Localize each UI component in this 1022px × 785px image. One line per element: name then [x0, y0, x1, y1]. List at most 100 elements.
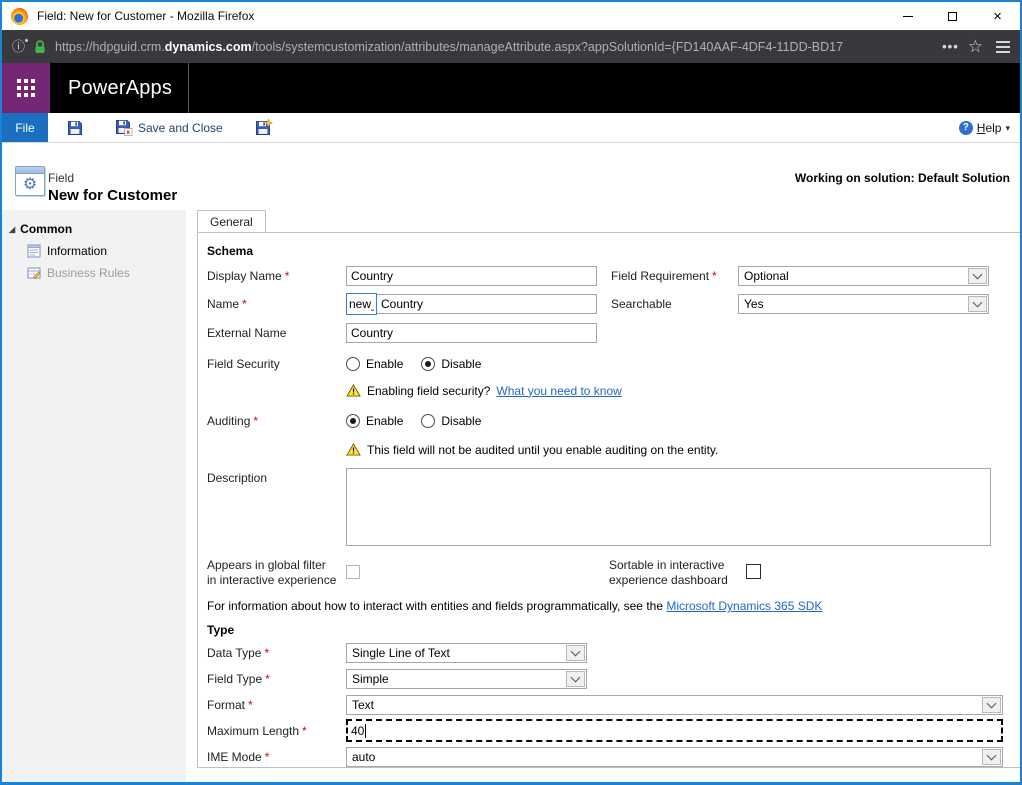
working-on-solution: Working on solution: Default Solution: [795, 171, 1010, 185]
page-actions-icon[interactable]: •••: [942, 39, 959, 54]
display-name-label: Display Name*: [207, 269, 346, 283]
url-domain: dynamics.com: [165, 40, 252, 54]
browser-window: Field: New for Customer - Mozilla Firefo…: [0, 0, 1022, 785]
window-controls: ×: [885, 2, 1020, 30]
format-label: Format*: [207, 698, 346, 712]
ime-mode-select[interactable]: auto: [346, 747, 1003, 767]
warning-icon: !: [346, 443, 361, 456]
searchable-select[interactable]: Yes: [738, 294, 989, 314]
external-name-input[interactable]: [346, 323, 597, 343]
dropdown-button[interactable]: [968, 296, 987, 312]
url-path: /tools/systemcustomization/attributes/ma…: [252, 40, 843, 54]
chevron-down-icon: [987, 750, 997, 760]
data-type-select[interactable]: Single Line of Text: [346, 643, 587, 663]
dropdown-button[interactable]: [566, 645, 585, 661]
maximize-icon: [948, 12, 957, 21]
maximum-length-label: Maximum Length*: [207, 724, 346, 738]
site-info-icon[interactable]: ⓘ: [12, 40, 25, 53]
warning-icon: !: [346, 384, 361, 397]
field-security-radio-group: Enable Disable: [346, 357, 989, 371]
display-name-input[interactable]: [346, 266, 597, 286]
description-textarea[interactable]: [346, 468, 991, 546]
body: ◢ Common Information: [2, 210, 1020, 782]
dropdown-button[interactable]: [982, 749, 1001, 765]
sidebar-group-common[interactable]: ◢ Common: [2, 222, 186, 236]
auditing-warning-text: This field will not be audited until you…: [367, 443, 718, 457]
sdk-link[interactable]: Microsoft Dynamics 365 SDK: [666, 599, 822, 613]
radio-icon: [346, 357, 360, 371]
dropdown-button[interactable]: [968, 268, 987, 284]
field-requirement-label: Field Requirement*: [611, 269, 738, 283]
radio-selected-icon: [346, 414, 360, 428]
field-security-warning-link[interactable]: What you need to know: [496, 384, 621, 398]
save-button[interactable]: [63, 118, 87, 138]
sortable-label: Sortable in interactive experience dashb…: [609, 558, 746, 588]
bookmark-star-icon[interactable]: ☆: [968, 38, 983, 55]
sidebar-item-information[interactable]: Information: [2, 244, 186, 258]
maximize-button[interactable]: [930, 2, 975, 30]
tab-general[interactable]: General: [197, 210, 266, 232]
name-label: Name*: [207, 297, 346, 311]
close-button[interactable]: ×: [975, 2, 1020, 30]
help-button[interactable]: ? Help ▾: [959, 121, 1020, 135]
dropdown-button[interactable]: [982, 697, 1001, 713]
interactive-experience-row: Appears in global filter in interactive …: [207, 558, 1003, 588]
help-icon: ?: [959, 121, 973, 135]
schema-heading: Schema: [207, 244, 1003, 258]
minimize-button[interactable]: [885, 2, 930, 30]
name-prefix-input[interactable]: [346, 293, 377, 315]
auditing-radio-group: Enable Disable: [346, 414, 989, 428]
data-type-label: Data Type*: [207, 646, 346, 660]
ribbon: File x Save a: [2, 113, 1020, 143]
menu-icon[interactable]: [996, 41, 1010, 53]
maximum-length-input[interactable]: 40: [346, 719, 1003, 742]
svg-text:x: x: [126, 129, 130, 136]
url-scheme-host: https://hdpguid.crm.: [55, 40, 165, 54]
text-cursor: [365, 724, 366, 738]
description-label: Description: [207, 468, 346, 485]
sortable-checkbox[interactable]: [746, 564, 761, 579]
name-input[interactable]: [376, 294, 597, 314]
ime-mode-label: IME Mode*: [207, 750, 346, 764]
save-and-new-button[interactable]: [251, 117, 277, 138]
field-security-enable-radio[interactable]: Enable: [346, 357, 403, 371]
firefox-icon: [11, 8, 28, 25]
sidebar-item-business-rules[interactable]: Business Rules: [2, 266, 186, 280]
field-type-select[interactable]: Simple: [346, 669, 587, 689]
app-launcher-button[interactable]: [2, 63, 50, 113]
save-and-new-icon: [255, 119, 273, 136]
chevron-down-icon: [987, 698, 997, 708]
field-security-label: Field Security: [207, 357, 346, 371]
chevron-down-icon: [973, 298, 983, 308]
business-rules-icon: [27, 266, 41, 280]
field-type-label: Field Type*: [207, 672, 346, 686]
appbar-divider: [188, 63, 189, 113]
global-filter-checkbox[interactable]: [346, 565, 360, 579]
sidebar: ◢ Common Information: [2, 210, 186, 782]
sdk-note: For information about how to interact wi…: [207, 599, 1003, 613]
auditing-label: Auditing*: [207, 414, 346, 428]
file-tab[interactable]: File: [2, 113, 48, 142]
field-security-disable-radio[interactable]: Disable: [421, 357, 481, 371]
save-and-close-icon: x: [115, 119, 133, 136]
radio-selected-icon: [421, 357, 435, 371]
sidebar-item-label: Business Rules: [47, 266, 130, 280]
titlebar: Field: New for Customer - Mozilla Firefo…: [2, 2, 1020, 30]
auditing-disable-radio[interactable]: Disable: [421, 414, 481, 428]
sidebar-item-label: Information: [47, 244, 107, 258]
field-security-warning: ! Enabling field security? What you need…: [346, 384, 989, 398]
address-bar: ⓘ https://hdpguid.crm.dynamics.com/tools…: [2, 30, 1020, 63]
field-requirement-select[interactable]: Optional: [738, 266, 989, 286]
name-field: [346, 293, 597, 315]
format-select[interactable]: Text: [346, 695, 1003, 715]
tree-expander-icon[interactable]: ◢: [9, 225, 15, 234]
window-title: Field: New for Customer - Mozilla Firefo…: [37, 9, 254, 23]
chevron-down-icon: [571, 646, 581, 656]
lock-icon[interactable]: [34, 40, 46, 54]
url-input[interactable]: https://hdpguid.crm.dynamics.com/tools/s…: [55, 40, 933, 54]
auditing-warning: ! This field will not be audited until y…: [346, 443, 989, 457]
dropdown-button[interactable]: [566, 671, 585, 687]
save-and-close-button[interactable]: x Save and Close: [111, 117, 227, 138]
auditing-enable-radio[interactable]: Enable: [346, 414, 403, 428]
page-title: New for Customer: [48, 187, 177, 204]
